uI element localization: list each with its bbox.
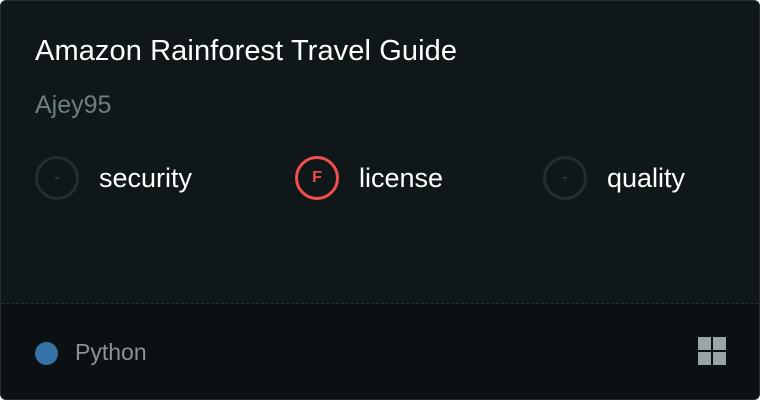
- repo-owner[interactable]: Ajey95: [35, 91, 111, 120]
- language-label: Python: [75, 339, 147, 365]
- license-grade-badge: F: [295, 156, 339, 200]
- grid-icon-cell: [698, 352, 711, 365]
- grid-icon-cell: [698, 337, 711, 350]
- card-footer: Python: [1, 303, 759, 399]
- metric-quality: - quality: [543, 154, 685, 202]
- grid-icon-cell: [713, 352, 726, 365]
- repo-title[interactable]: Amazon Rainforest Travel Guide: [35, 35, 457, 68]
- grid-icon: [698, 337, 726, 365]
- grid-icon-cell: [713, 337, 726, 350]
- quality-grade-badge: -: [543, 156, 587, 200]
- repo-card[interactable]: Amazon Rainforest Travel Guide Ajey95 - …: [0, 0, 760, 400]
- metric-security: - security: [35, 154, 192, 202]
- quality-label: quality: [607, 162, 686, 193]
- license-label: license: [359, 162, 444, 193]
- security-grade-badge: -: [35, 156, 79, 200]
- metric-license: F license: [295, 154, 443, 202]
- language-color-dot: [35, 342, 58, 365]
- security-label: security: [99, 162, 193, 193]
